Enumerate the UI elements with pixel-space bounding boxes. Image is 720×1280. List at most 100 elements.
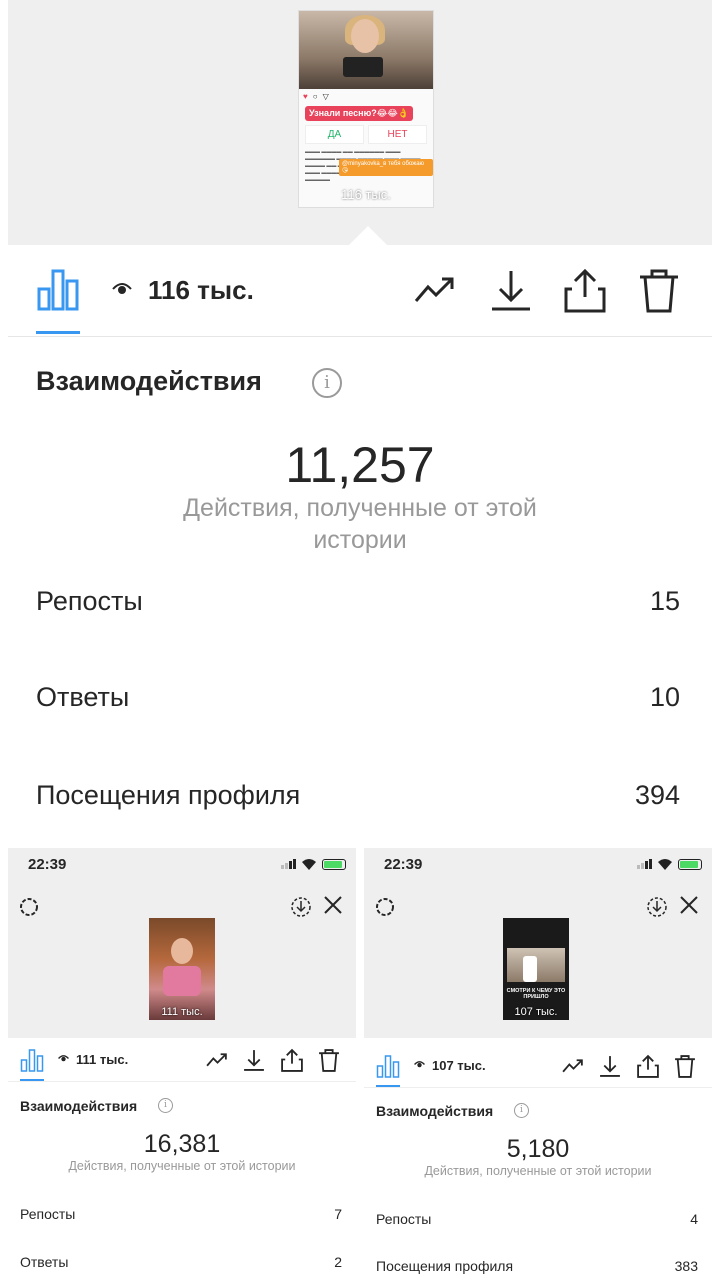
story-post-icons: ♥ ○ ▽: [299, 89, 433, 103]
status-time: 22:39: [384, 856, 423, 873]
selection-pointer: [348, 226, 388, 246]
poll-yes: ДА: [305, 125, 364, 144]
views-count: 107 тыс.: [432, 1058, 486, 1073]
save-story-icon[interactable]: [290, 896, 312, 918]
send-icon: ▽: [322, 91, 329, 101]
heart-icon: ♥: [303, 91, 308, 101]
stat-label: Посещения профиля: [36, 780, 301, 810]
info-icon[interactable]: i: [514, 1103, 529, 1118]
story-toolbar: 107 тыс.: [364, 1044, 712, 1088]
save-story-icon[interactable]: [646, 896, 668, 918]
views-count: 111 тыс.: [76, 1052, 129, 1067]
share-icon[interactable]: [636, 1054, 660, 1078]
wifi-icon: [302, 859, 316, 870]
stat-row-replies: Ответы 10: [36, 682, 680, 713]
poll-no: НЕТ: [368, 125, 427, 144]
active-tab-indicator: [36, 331, 80, 334]
stat-row-profile-visits: Посещения профиля 383: [376, 1258, 698, 1274]
share-icon[interactable]: [280, 1048, 304, 1072]
battery-icon: [678, 858, 702, 870]
share-icon[interactable]: [562, 267, 608, 313]
download-icon[interactable]: [488, 267, 534, 313]
stat-row-reposts: Репосты 15: [36, 586, 680, 617]
story-views-overlay: 111 тыс.: [161, 1006, 203, 1018]
story-thumbnail[interactable]: 111 тыс.: [149, 918, 215, 1020]
download-icon[interactable]: [242, 1048, 266, 1072]
trending-icon[interactable]: [412, 267, 458, 313]
views-count: 116 тыс.: [148, 275, 254, 305]
trash-icon[interactable]: [317, 1048, 341, 1072]
stats-icon[interactable]: [36, 267, 80, 311]
battery-icon: [322, 858, 346, 870]
trending-icon[interactable]: [561, 1054, 585, 1078]
signal-icon: [637, 859, 652, 869]
status-bar-icons: [637, 858, 702, 870]
interactions-title: Взаимодействия: [36, 366, 262, 396]
left-insights-panel: 22:39 111 тыс. 111 тыс. Взаимодействия i…: [8, 848, 356, 1280]
story-poll: ДА НЕТ: [299, 123, 433, 146]
interactions-total: 5,180: [506, 1135, 570, 1163]
stat-row-profile-visits: Посещения профиля 394: [36, 780, 680, 811]
story-preview-area: ♥ ○ ▽ Узнали песню?😂😂👌 ДА НЕТ ▬▬▬ ▬▬▬▬ ▬…: [8, 0, 712, 246]
story-photo: [299, 11, 433, 89]
story-question-sticker: Узнали песню?😂😂👌: [305, 106, 414, 121]
download-icon[interactable]: [598, 1054, 622, 1078]
info-icon[interactable]: i: [312, 368, 342, 398]
interactions-description: Действия, полученные от этой истории: [183, 494, 537, 554]
story-toolbar: 111 тыс.: [8, 1038, 356, 1082]
gear-icon[interactable]: [18, 896, 40, 918]
stat-value: 2: [334, 1254, 342, 1270]
stat-label: Репосты: [20, 1206, 76, 1222]
stat-label: Репосты: [36, 586, 143, 616]
close-icon[interactable]: [678, 894, 700, 916]
active-tab-indicator: [376, 1085, 400, 1087]
eye-icon: [414, 1061, 425, 1068]
story-mention-sticker: @minyakovka_в тебя обожаю😘: [339, 159, 433, 176]
trending-icon[interactable]: [205, 1048, 229, 1072]
interactions-title: Взаимодействия: [376, 1103, 494, 1119]
story-caption: СМОТРИ К ЧЕМУ ЭТО ПРИШЛО: [506, 988, 566, 1000]
close-icon[interactable]: [322, 894, 344, 916]
stat-value: 4: [690, 1211, 698, 1227]
stat-value: 7: [334, 1206, 342, 1222]
story-toolbar: 116 тыс.: [8, 245, 712, 337]
right-insights-panel: 22:39 СМОТРИ К ЧЕМУ ЭТО ПРИШЛО 107 тыс. …: [364, 848, 712, 1280]
stat-value: 10: [649, 682, 680, 712]
active-tab-indicator: [20, 1079, 44, 1081]
stat-value: 15: [649, 586, 680, 616]
signal-icon: [281, 859, 296, 869]
comment-icon: ○: [312, 91, 318, 101]
stat-label: Ответы: [36, 682, 130, 712]
stats-icon[interactable]: [376, 1054, 400, 1078]
eye-icon: [112, 283, 132, 294]
interactions-total: 11,257: [285, 437, 435, 493]
story-insights-collage: ♥ ○ ▽ Узнали песню?😂😂👌 ДА НЕТ ▬▬▬ ▬▬▬▬ ▬…: [0, 0, 720, 1280]
wifi-icon: [658, 859, 672, 870]
interactions-description: Действия, полученные от этой истории: [424, 1164, 652, 1178]
stat-label: Посещения профиля: [376, 1258, 514, 1274]
stat-value: 383: [674, 1258, 698, 1274]
interactions-description: Действия, полученные от этой истории: [68, 1159, 296, 1173]
interactions-title: Взаимодействия: [20, 1098, 138, 1114]
eye-icon: [58, 1055, 69, 1062]
stat-label: Ответы: [20, 1254, 69, 1270]
gear-icon[interactable]: [374, 896, 396, 918]
interactions-total: 16,381: [143, 1130, 221, 1158]
story-thumbnail[interactable]: ♥ ○ ▽ Узнали песню?😂😂👌 ДА НЕТ ▬▬▬ ▬▬▬▬ ▬…: [298, 10, 434, 208]
trash-icon[interactable]: [673, 1054, 697, 1078]
story-thumbnail[interactable]: СМОТРИ К ЧЕМУ ЭТО ПРИШЛО 107 тыс.: [503, 918, 569, 1020]
stat-row-reposts: Репосты 4: [376, 1211, 698, 1227]
stat-row-reposts: Репосты 7: [20, 1206, 342, 1222]
story-views-overlay: 107 тыс.: [514, 1006, 558, 1018]
info-icon[interactable]: i: [158, 1098, 173, 1113]
story-views-overlay: 116 тыс.: [341, 187, 391, 202]
panel-header: 22:39 111 тыс.: [8, 848, 356, 1038]
stat-row-replies: Ответы 2: [20, 1254, 342, 1270]
status-time: 22:39: [28, 856, 67, 873]
stat-value: 394: [634, 780, 680, 810]
status-bar-icons: [281, 858, 346, 870]
trash-icon[interactable]: [636, 267, 682, 313]
stats-icon[interactable]: [20, 1048, 44, 1072]
panel-header: 22:39 СМОТРИ К ЧЕМУ ЭТО ПРИШЛО 107 тыс.: [364, 848, 712, 1038]
stat-label: Репосты: [376, 1211, 432, 1227]
